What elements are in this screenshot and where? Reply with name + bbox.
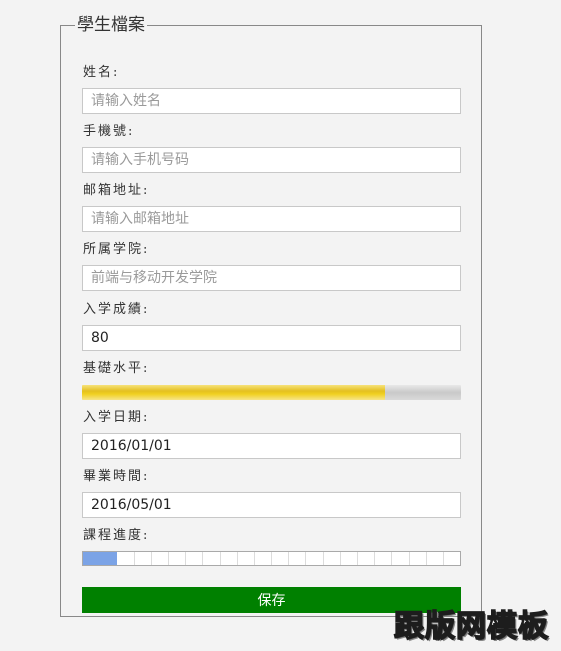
progress-step [83,552,101,565]
progress-step [306,552,324,565]
email-label: 邮箱地址: [83,183,150,198]
level-meter-fill [82,385,386,400]
grad-date-label: 畢業時間: [83,469,150,484]
student-profile-form: 學生檔案 姓名: 手機號: 邮箱地址: 所属学院: 入学成績: 基礎水平: 入学… [60,16,482,617]
score-input[interactable] [82,325,461,351]
course-progress-bar [82,551,461,566]
college-input[interactable] [82,265,461,291]
progress-step [289,552,307,565]
progress-step [444,552,460,565]
college-label: 所属学院: [83,242,150,257]
progress-step [358,552,376,565]
phone-label: 手機號: [83,124,135,139]
enroll-date-input[interactable] [82,433,461,459]
progress-step [186,552,204,565]
progress-step [238,552,255,565]
progress-step [375,552,393,565]
score-label: 入学成績: [83,302,150,317]
progress-step [324,552,341,565]
name-label: 姓名: [83,65,120,80]
progress-step [341,552,358,565]
progress-step [203,552,221,565]
progress-step [169,552,187,565]
enroll-date-label: 入学日期: [83,410,150,425]
progress-step [100,552,118,565]
email-input[interactable] [82,206,461,232]
phone-input[interactable] [82,147,461,173]
progress-label: 課程進度: [83,528,150,543]
progress-step [152,552,169,565]
progress-step [221,552,238,565]
name-input[interactable] [82,88,461,114]
progress-step [272,552,290,565]
progress-step [255,552,273,565]
grad-date-input[interactable] [82,492,461,518]
level-label: 基礎水平: [83,361,150,376]
progress-step [410,552,427,565]
progress-step [392,552,410,565]
form-title: 學生檔案 [77,15,145,35]
progress-step [135,552,152,565]
progress-step [427,552,444,565]
progress-step [117,552,135,565]
watermark-logo: 跟版网模板 [393,608,549,645]
level-meter [82,385,461,400]
